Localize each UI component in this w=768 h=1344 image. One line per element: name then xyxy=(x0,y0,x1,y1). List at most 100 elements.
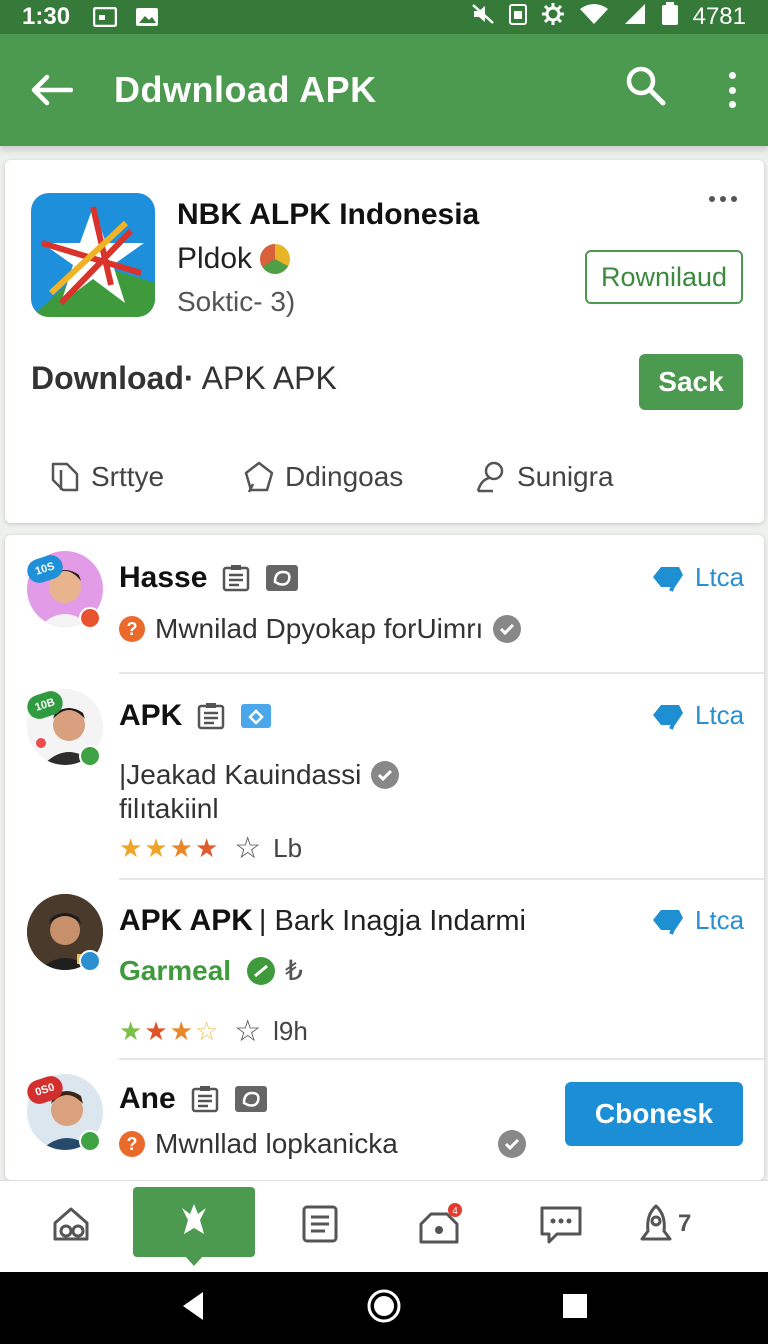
chat-badge-icon xyxy=(234,1086,267,1112)
check-circle-icon xyxy=(493,615,522,643)
page-title: Ddwnload APK xyxy=(114,69,377,110)
item-name-extra: | Bark Inagja Indarmi xyxy=(258,904,526,937)
link-badge-icon xyxy=(241,704,272,728)
section-title-bold: Download· xyxy=(31,360,195,396)
home-icon[interactable] xyxy=(16,1189,126,1259)
item-action[interactable]: Ltca xyxy=(651,561,744,593)
list-item[interactable]: 10S Hasse ? Mwnilad Dpyokap forUimrı Ltc… xyxy=(5,535,764,675)
tag-action-icon xyxy=(653,567,683,592)
app-subtitle: Soktic- 3) xyxy=(177,286,296,317)
tab-srttye[interactable]: Srttye xyxy=(49,460,164,494)
rating: ★ ★ ★ ★ ☆ Lb xyxy=(119,831,302,866)
notifications-icon[interactable]: 4 xyxy=(386,1189,496,1259)
chevron-down-icon[interactable] xyxy=(497,1130,526,1158)
app-bar: Ddwnload APK xyxy=(0,34,768,146)
signal-icon xyxy=(623,3,647,32)
item-meta-text: Mwnilad Dpyokap forUimrı xyxy=(155,613,484,644)
search-button[interactable] xyxy=(624,64,672,112)
star-outline-icon: ☆ xyxy=(234,1015,262,1048)
rating-count: l9h xyxy=(273,1016,308,1046)
back-button[interactable] xyxy=(22,60,82,120)
more-vertical-icon[interactable] xyxy=(716,68,748,112)
chat-icon[interactable] xyxy=(506,1189,616,1259)
avatar-tag-text: 10S xyxy=(33,560,57,578)
rating: ★ ★ ★ ☆ ☆ l9h xyxy=(119,1014,308,1049)
list-item[interactable]: 10B APK |Jeakad Kauindassi filıtakiinl ★… xyxy=(5,675,764,880)
app-tabs: Srttye Ddingoas Sunigra xyxy=(5,460,764,504)
item-meta-text: |Jeakad Kauindassi xyxy=(119,759,362,790)
tag-action-icon xyxy=(653,705,683,730)
item-meta: |Jeakad Kauindassi xyxy=(119,759,400,791)
item-meta-text: Mwnllad lopkanicka xyxy=(155,1128,398,1159)
avatar-tag-text: 10B xyxy=(33,696,57,714)
item-name: APK xyxy=(119,699,183,732)
image-icon xyxy=(134,6,160,28)
status-icons: 4781 xyxy=(471,1,746,33)
help-icon: ? xyxy=(119,616,145,642)
chrome-icon xyxy=(260,244,291,274)
system-recents-icon[interactable] xyxy=(561,1292,589,1325)
download-outline-button[interactable]: Rownilaud xyxy=(585,250,743,304)
tab-ddingoas[interactable]: Ddingoas xyxy=(243,460,403,494)
results-list: 10S Hasse ? Mwnilad Dpyokap forUimrı Ltc… xyxy=(5,535,764,1180)
tab-sunigra[interactable]: Sunigra xyxy=(475,460,614,494)
pentagon-icon xyxy=(244,461,274,493)
app-developer[interactable]: Pldok xyxy=(177,242,291,276)
status-badge xyxy=(79,745,101,767)
app-logo[interactable] xyxy=(31,193,155,317)
app-store-icon[interactable] xyxy=(133,1187,255,1266)
battery-icon xyxy=(661,1,679,33)
star-icon: ★ xyxy=(169,1016,193,1046)
bottom-navigation: 4 7 xyxy=(0,1180,768,1272)
status-bar: 1:30 4781 xyxy=(0,0,768,34)
settings-icon xyxy=(541,2,565,33)
back-action-button[interactable]: Sack xyxy=(639,354,743,410)
system-home-icon[interactable] xyxy=(366,1288,402,1329)
item-action[interactable]: Ltca xyxy=(651,904,744,936)
item-title-row: Hasse xyxy=(119,561,299,595)
list-item[interactable]: 0S0 Ane ? Mwnllad lopkanicka Cbonesk xyxy=(5,1060,764,1180)
star-outline-icon: ☆ xyxy=(194,1016,219,1046)
section-title: Download· APK APK xyxy=(31,360,337,397)
item-name: Ane xyxy=(119,1082,176,1115)
more-horizontal-icon[interactable] xyxy=(709,196,737,202)
star-icon: ★ xyxy=(169,833,193,863)
tag-icon xyxy=(51,462,79,492)
rocket-icon[interactable]: 7 xyxy=(636,1189,746,1259)
list-item[interactable]: APK APK | Bark Inagja Indarmi Garmeal ₺ … xyxy=(5,880,764,1060)
divider xyxy=(119,672,764,674)
screen: 1:30 4781 Ddwnload APK NBK ALPK Indonesi… xyxy=(0,0,768,1344)
item-meta: ? Mwnllad lopkanicka xyxy=(119,1128,526,1160)
currency-mark: ₺ xyxy=(285,955,303,986)
item-meta-line2: filıtakiinl xyxy=(119,793,219,825)
item-title-row: Ane xyxy=(119,1082,268,1116)
tag-action-icon xyxy=(653,910,683,935)
half-star-icon: ★ xyxy=(194,833,219,863)
app-name: NBK ALPK Indonesia xyxy=(177,198,480,231)
item-meta: ? Mwnilad Dpyokap forUimrı xyxy=(119,613,522,645)
system-navigation xyxy=(0,1272,768,1344)
status-time: 1:30 xyxy=(22,3,71,30)
item-name: Hasse xyxy=(119,561,208,594)
chat-badge-icon xyxy=(266,565,299,591)
system-back-icon[interactable] xyxy=(179,1290,207,1327)
star-outline-icon: ☆ xyxy=(234,832,262,865)
rating-count: Lb xyxy=(273,833,303,863)
item-action[interactable]: Ltca xyxy=(651,699,744,731)
item-action-label: Ltca xyxy=(695,904,745,935)
verified-icon xyxy=(247,956,276,985)
document-icon xyxy=(191,1086,218,1113)
item-title-row: APK APK | Bark Inagja Indarmi xyxy=(119,904,526,938)
item-name: APK APK xyxy=(119,904,253,937)
document-icon[interactable] xyxy=(265,1189,375,1259)
document-icon xyxy=(223,565,250,592)
check-button[interactable]: Cbonesk xyxy=(565,1082,743,1146)
status-badge xyxy=(79,607,101,629)
notification-count: 4 xyxy=(452,1206,458,1217)
item-title-row: APK xyxy=(119,699,272,733)
wifi-icon xyxy=(579,3,609,32)
status-badge xyxy=(79,1130,101,1152)
document-icon xyxy=(198,703,225,730)
tab-label: Ddingoas xyxy=(285,461,404,492)
tab-label: Sunigra xyxy=(517,461,614,492)
